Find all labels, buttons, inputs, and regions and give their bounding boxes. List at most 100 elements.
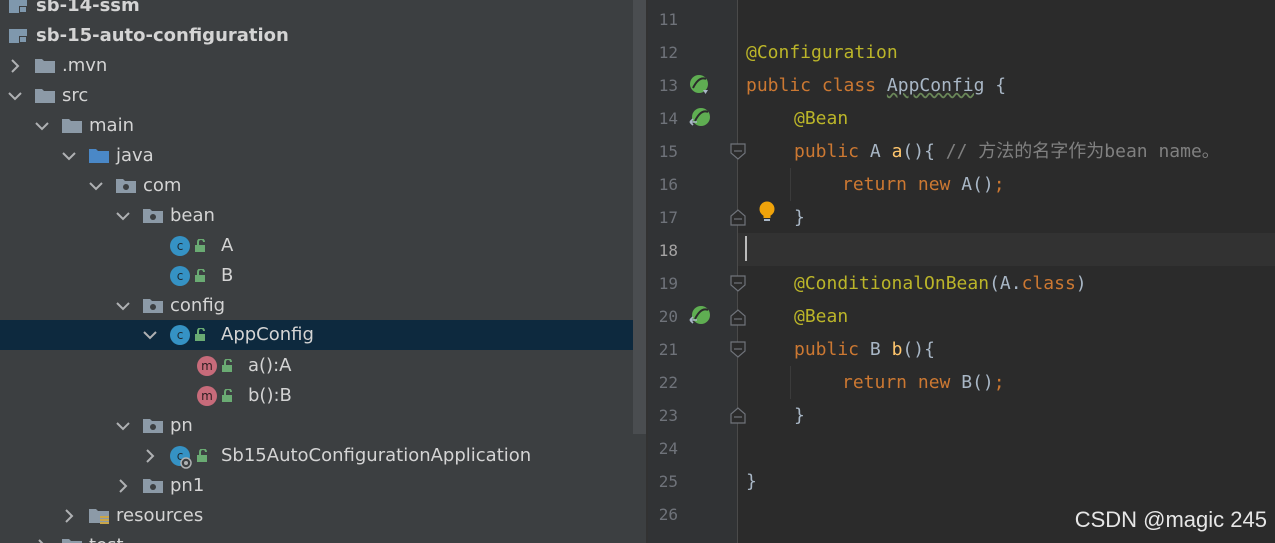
tree-row-class-b[interactable]: c B	[0, 261, 646, 291]
lock-open-icon	[197, 449, 207, 462]
code-line-20: @Bean	[794, 300, 848, 333]
tree-row-java[interactable]: java	[0, 141, 646, 171]
type: B	[869, 339, 881, 360]
line-number: 22	[658, 373, 678, 392]
chevron-right-icon[interactable]	[116, 477, 130, 495]
tree-row-sb-14-ssm[interactable]: sb-14-ssm	[0, 0, 646, 21]
tree-row-pn1[interactable]: pn1	[0, 471, 646, 501]
code-line-12: @Configuration	[746, 36, 898, 69]
folder-icon	[35, 59, 55, 73]
code-line-21: public B b(){	[794, 333, 935, 366]
chevron-right-icon[interactable]	[143, 447, 157, 465]
code-line-25: }	[746, 465, 757, 498]
tree-row-label: config	[170, 295, 226, 316]
class-icon: c	[170, 266, 190, 286]
chevron-right-icon[interactable]	[35, 537, 49, 543]
line-number: 12	[658, 43, 678, 62]
class-name: AppConfig	[886, 75, 985, 96]
tree-row-method-a[interactable]: m a():A	[0, 351, 646, 381]
tree-row-label: pn1	[170, 475, 205, 496]
code-line-14: @Bean	[794, 102, 848, 135]
chevron-down-icon[interactable]	[62, 147, 76, 165]
code-line-22: return new B();	[842, 366, 1005, 399]
tree-row-test[interactable]: test	[0, 531, 646, 543]
tree-row-bean[interactable]: bean	[0, 201, 646, 231]
tree-row-label: src	[62, 85, 89, 106]
keyword: new	[917, 372, 951, 393]
keyword: return	[842, 174, 908, 195]
folder-icon	[35, 89, 55, 103]
spring-bean-navigate-icon[interactable]	[689, 305, 711, 327]
module-icon	[9, 29, 27, 43]
annotation: @ConditionalOnBean	[794, 273, 990, 294]
tree-row-class-a[interactable]: c A	[0, 231, 646, 261]
tree-row-label: test	[89, 535, 124, 543]
line-number-current: 18	[658, 241, 678, 260]
punct: (){	[902, 339, 935, 360]
line-number: 14	[658, 109, 678, 128]
package-icon	[116, 179, 136, 193]
annotation: @Bean	[794, 108, 849, 129]
tree-row-com[interactable]: com	[0, 171, 646, 201]
punct: (A.	[989, 273, 1022, 294]
tree-row-label: .mvn	[62, 55, 108, 76]
expr: A()	[961, 174, 994, 195]
tree-row-appconfig[interactable]: c AppConfig	[0, 320, 646, 350]
tree-row-sb-15-auto-configuration[interactable]: sb-15-auto-configuration	[0, 21, 646, 51]
chevron-down-icon[interactable]	[116, 417, 130, 435]
lightbulb-icon[interactable]	[757, 200, 777, 224]
chevron-down-icon[interactable]	[116, 207, 130, 225]
punct: )	[1075, 273, 1087, 294]
code-editor[interactable]: @Configuration public class AppConfig { …	[738, 0, 1275, 543]
chevron-down-icon[interactable]	[116, 297, 130, 315]
spring-bean-config-icon[interactable]	[689, 74, 711, 96]
tree-row-label: java	[116, 145, 154, 166]
lock-open-icon	[195, 328, 205, 341]
brace: }	[746, 471, 757, 492]
punct: (){	[902, 141, 935, 162]
keyword: return	[842, 372, 908, 393]
tree-row-mvn[interactable]: .mvn	[0, 51, 646, 81]
chevron-down-icon[interactable]	[8, 87, 22, 105]
line-number: 19	[658, 274, 678, 293]
chevron-right-icon[interactable]	[8, 57, 22, 75]
line-number: 15	[658, 142, 678, 161]
keyword: class	[1021, 273, 1076, 294]
tree-scrollbar[interactable]	[633, 0, 646, 434]
brace: }	[794, 207, 805, 228]
tree-row-pn[interactable]: pn	[0, 411, 646, 441]
tree-row-resources[interactable]: resources	[0, 501, 646, 531]
tree-row-label: bean	[170, 205, 215, 226]
chevron-right-icon[interactable]	[62, 507, 76, 525]
tree-row-config[interactable]: config	[0, 291, 646, 321]
code-line-16: return new A();	[842, 168, 1005, 201]
project-tree-panel: sb-14-ssm sb-15-auto-configuration .mvn …	[0, 0, 646, 543]
package-icon	[143, 209, 163, 223]
tree-row-label: com	[143, 175, 182, 196]
type: A	[869, 141, 881, 162]
line-number: 25	[658, 472, 678, 491]
indent-guide	[790, 168, 791, 201]
tree-row-method-b[interactable]: m b():B	[0, 381, 646, 411]
line-number: 20	[658, 307, 678, 326]
lock-open-icon	[222, 389, 232, 402]
line-number: 23	[658, 406, 678, 425]
chevron-down-icon[interactable]	[89, 177, 103, 195]
chevron-down-icon[interactable]	[35, 117, 49, 135]
keyword: public	[794, 141, 860, 162]
svg-text:c: c	[177, 328, 184, 342]
line-number: 21	[658, 340, 678, 359]
annotation: @Bean	[794, 306, 849, 327]
tree-row-src[interactable]: src	[0, 81, 646, 111]
tree-row-label: pn	[170, 415, 193, 436]
line-number: 13	[658, 76, 678, 95]
indent-guide	[790, 366, 791, 399]
method-icon: m	[197, 356, 217, 376]
tree-row-main[interactable]: main	[0, 111, 646, 141]
line-number: 17	[658, 208, 678, 227]
tree-row-sb15-application[interactable]: c Sb15AutoConfigurationApplication	[0, 441, 646, 471]
tree-row-label: main	[89, 115, 134, 136]
spring-bean-navigate-icon[interactable]	[689, 107, 711, 129]
chevron-down-icon[interactable]	[143, 326, 157, 344]
folder-icon	[62, 119, 82, 133]
